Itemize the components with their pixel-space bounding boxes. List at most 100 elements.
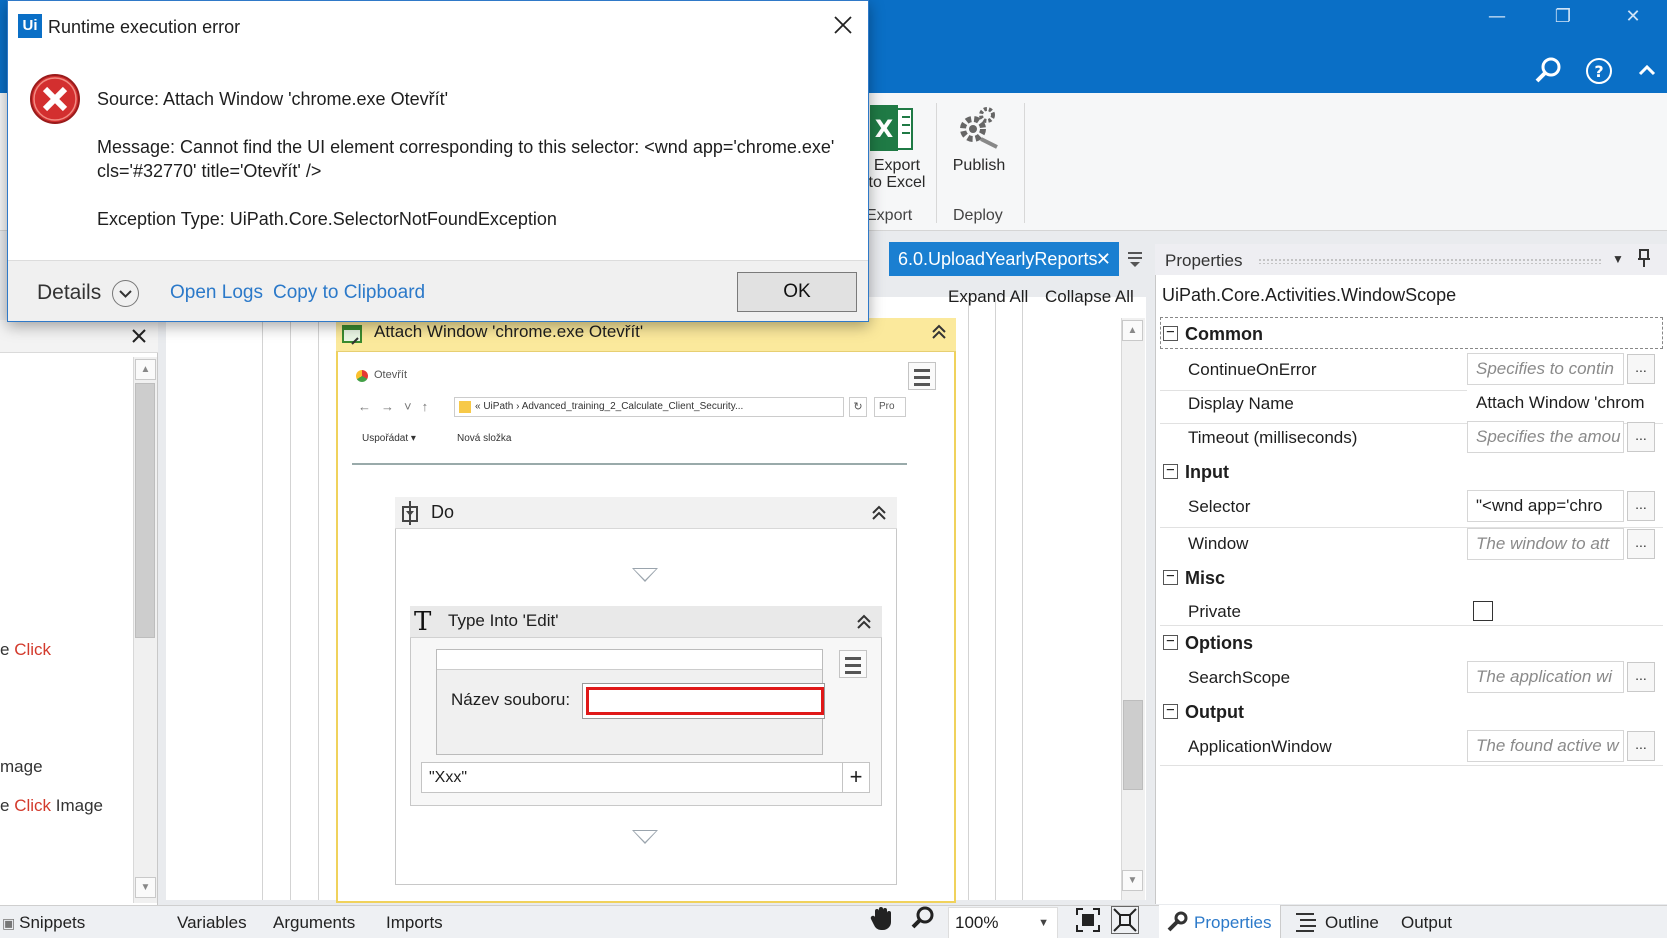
scroll-up-arrow[interactable]: ▲ [1122, 320, 1143, 341]
minimize-button[interactable]: — [1477, 6, 1517, 27]
category-common: Common [1185, 324, 1263, 344]
do-label: Do [431, 502, 455, 522]
search-icon[interactable] [1531, 54, 1565, 88]
ribbon-separator [936, 103, 937, 223]
prop-application-window-value[interactable]: The found active w [1467, 730, 1624, 762]
activity-item-click-image[interactable]: e Click Image [0, 796, 103, 816]
add-expression-button[interactable]: + [842, 762, 870, 793]
scroll-up-arrow[interactable]: ▲ [135, 359, 156, 380]
zoom-icon[interactable] [911, 905, 935, 931]
do-header[interactable] [395, 497, 897, 529]
collapse-category-icon[interactable]: − [1163, 569, 1178, 585]
details-label[interactable]: Details [37, 281, 101, 305]
prop-timeout-label: Timeout (milliseconds) [1188, 428, 1358, 447]
category-output: Output [1185, 702, 1244, 722]
collapse-category-icon[interactable]: − [1163, 463, 1178, 479]
prop-private-checkbox[interactable] [1473, 601, 1493, 621]
type-into-icon: T [414, 607, 432, 637]
publish-button[interactable]: Publish [946, 157, 1012, 174]
expand-details-chevron-icon[interactable] [112, 280, 139, 307]
error-message-line-1: Message: Cannot find the UI element corr… [97, 137, 835, 157]
prop-selector-ellipsis[interactable]: ... [1627, 491, 1655, 521]
dropdown-icon[interactable]: ▼ [1612, 252, 1624, 266]
scroll-thumb[interactable] [1123, 700, 1143, 790]
collapse-ribbon-icon[interactable] [1630, 54, 1664, 88]
collapse-chevron-icon[interactable] [870, 504, 888, 527]
pin-icon[interactable] [1636, 248, 1652, 268]
uipath-logo-icon: Ui [18, 14, 42, 38]
prop-display-name-value[interactable]: Attach Window 'chrom [1467, 387, 1663, 419]
drop-target-arrow-icon[interactable] [632, 830, 658, 844]
prop-application-window-ellipsis[interactable]: ... [1627, 731, 1655, 761]
screenshot-new-folder: Nová složka [457, 433, 512, 444]
ok-button[interactable]: OK [737, 272, 857, 312]
help-icon[interactable]: ? [1582, 54, 1616, 88]
arguments-tab[interactable]: Arguments [273, 907, 355, 938]
collapse-chevron-icon[interactable] [930, 323, 948, 346]
tab-label: 6.0.UploadYearlyReports [898, 249, 1098, 269]
collapse-category-icon[interactable]: − [1163, 325, 1178, 341]
tab-overflow-icon[interactable] [1126, 248, 1144, 270]
prop-continue-on-error-value[interactable]: Specifies to contin [1467, 353, 1624, 385]
activity-item-click[interactable]: e Click [0, 640, 51, 660]
outline-tab[interactable]: Outline [1325, 907, 1379, 938]
collapse-category-icon[interactable]: − [1163, 634, 1178, 650]
variables-tab[interactable]: Variables [177, 907, 247, 938]
prop-continue-on-error-ellipsis[interactable]: ... [1627, 354, 1655, 384]
activity-menu-button[interactable] [839, 650, 867, 678]
element-screenshot-strip [437, 650, 822, 670]
close-dialog-icon[interactable] [832, 14, 854, 36]
output-tab[interactable]: Output [1401, 907, 1452, 938]
svg-text:?: ? [1594, 62, 1603, 81]
prop-window-value[interactable]: The window to att [1467, 528, 1624, 560]
prop-continue-on-error-label: ContinueOnError [1188, 360, 1317, 379]
window-screenshot: Otevřít ←→˅↑ « UiPath › Advanced_trainin… [352, 361, 907, 465]
designer-scrollbar[interactable] [1121, 318, 1145, 900]
element-screenshot: Název souboru: [436, 649, 825, 755]
export-excel-button[interactable]: Export to Excel [862, 157, 932, 191]
tab-upload-yearly-reports[interactable]: 6.0.UploadYearlyReports ✕ [889, 242, 1119, 276]
prop-timeout-ellipsis[interactable]: ... [1627, 422, 1655, 452]
restore-button[interactable]: ❐ [1543, 6, 1583, 27]
scroll-down-arrow[interactable]: ▼ [135, 877, 156, 898]
close-window-button[interactable]: ✕ [1613, 6, 1653, 27]
overview-icon[interactable] [1111, 906, 1139, 934]
activity-item-image[interactable]: mage [0, 757, 43, 777]
prop-selector-value[interactable]: "<wnd app='chro [1467, 490, 1624, 522]
prop-search-scope-value[interactable]: The application wi [1467, 661, 1624, 693]
text-input[interactable]: "Xxx" [421, 762, 843, 793]
zoom-value: 100% [955, 913, 999, 932]
refresh-icon: ↻ [849, 397, 867, 417]
snippets-label: Snippets [19, 913, 86, 932]
close-panel-icon[interactable] [129, 326, 149, 346]
collapse-chevron-icon[interactable] [855, 613, 873, 636]
scroll-thumb[interactable] [135, 383, 155, 638]
open-logs-link[interactable]: Open Logs [170, 282, 263, 304]
properties-title: Properties [1165, 251, 1243, 270]
prop-search-scope-ellipsis[interactable]: ... [1627, 662, 1655, 692]
imports-tab[interactable]: Imports [386, 907, 443, 938]
error-source: Source: Attach Window 'chrome.exe Otevří… [97, 89, 449, 109]
drop-target-arrow-icon[interactable] [632, 568, 658, 582]
field-label: Název souboru: [451, 690, 571, 709]
screenshot-title: Otevřít [374, 369, 408, 381]
target-highlight [586, 687, 824, 715]
snippets-tab[interactable]: ▣ Snippets [2, 907, 85, 938]
prop-window-ellipsis[interactable]: ... [1627, 529, 1655, 559]
export-excel-label-1: Export [873, 157, 921, 174]
prop-timeout-value[interactable]: Specifies the amou [1467, 421, 1624, 453]
screenshot-search: Pro [874, 397, 906, 417]
category-misc: Misc [1185, 568, 1226, 588]
collapse-category-icon[interactable]: − [1163, 703, 1178, 719]
hand-pan-icon[interactable] [870, 905, 894, 931]
expand-all-button[interactable]: Expand All [948, 287, 1028, 307]
collapse-all-button[interactable]: Collapse All [1045, 287, 1134, 307]
copy-to-clipboard-link[interactable]: Copy to Clipboard [273, 282, 425, 304]
scroll-down-arrow[interactable]: ▼ [1122, 870, 1143, 891]
close-tab-icon[interactable]: ✕ [1096, 242, 1111, 276]
fit-screen-icon[interactable] [1075, 907, 1101, 933]
attach-window-icon [340, 323, 364, 347]
zoom-dropdown[interactable]: 100% ▼ [948, 907, 1058, 938]
folder-icon [459, 401, 471, 413]
activity-menu-button[interactable] [908, 362, 936, 390]
